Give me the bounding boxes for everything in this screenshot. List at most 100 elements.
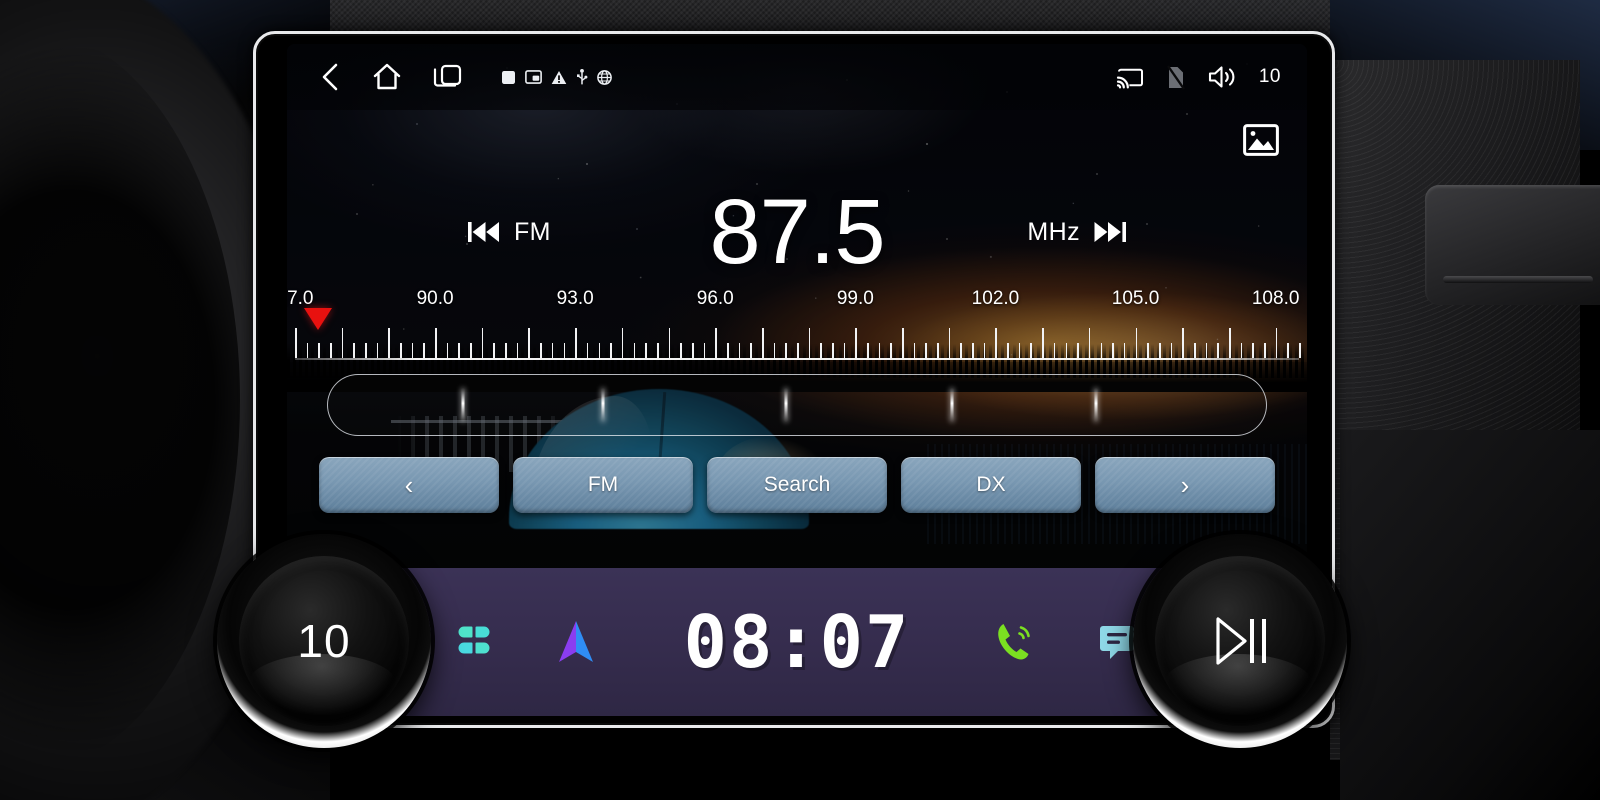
clock-display: 08:07 xyxy=(683,600,911,684)
preset-marker[interactable] xyxy=(784,388,788,422)
picture-in-picture-icon xyxy=(525,70,542,84)
dial-tick xyxy=(1299,343,1301,358)
tuning-cursor[interactable] xyxy=(304,308,333,330)
message-bubble-icon[interactable] xyxy=(1097,621,1137,663)
dial-tick xyxy=(797,343,799,358)
preset-marker[interactable] xyxy=(1094,388,1098,422)
dial-tick xyxy=(330,343,332,358)
dial-tick xyxy=(761,328,764,358)
dial-tick xyxy=(656,343,659,358)
band-button[interactable]: FM xyxy=(513,457,693,513)
air-vent xyxy=(1425,185,1600,305)
next-preset-button[interactable]: › xyxy=(1095,457,1275,513)
dial-tick xyxy=(1100,343,1103,358)
dial-tick xyxy=(960,343,963,358)
dial-tick xyxy=(505,343,507,358)
dial-tick xyxy=(867,343,869,358)
dashboard-lower-right xyxy=(1340,430,1600,800)
dial-tick xyxy=(1275,328,1278,358)
dial-tick xyxy=(1147,343,1149,358)
dial-tick xyxy=(458,343,461,358)
dial-tick xyxy=(1123,343,1126,358)
screen-cast-icon[interactable] xyxy=(1116,65,1144,89)
dial-tick xyxy=(1263,343,1266,358)
dial-tick xyxy=(668,328,671,358)
dial-tick xyxy=(1158,343,1161,358)
dial-tick xyxy=(773,343,776,358)
screenshot-icon xyxy=(501,70,516,85)
phone-call-icon[interactable] xyxy=(993,620,1035,664)
apps-grid-icon[interactable] xyxy=(455,623,493,661)
next-station-group[interactable]: MHz xyxy=(1027,218,1127,247)
dx-button-label: DX xyxy=(976,473,1006,496)
dial-tick xyxy=(318,343,320,358)
dial-tick xyxy=(995,328,998,358)
dial-tick xyxy=(750,343,752,358)
dial-tick xyxy=(610,343,612,358)
play-pause-knob[interactable] xyxy=(1133,534,1347,748)
dial-tick xyxy=(1077,343,1079,358)
skip-next-icon[interactable] xyxy=(1093,219,1127,245)
dial-tick xyxy=(341,328,344,358)
frequency-dial[interactable]: 87.0 90.0 93.0 96.0 99.0 102.0 105.0 108.0 xyxy=(287,288,1301,364)
dial-tick xyxy=(785,343,787,358)
dial-tick xyxy=(633,343,636,358)
status-bar: 10 xyxy=(287,44,1307,110)
dial-tick xyxy=(423,343,425,358)
home-icon[interactable] xyxy=(371,62,403,92)
dial-tick xyxy=(411,343,414,358)
dial-tick xyxy=(820,343,822,358)
dial-tick xyxy=(388,328,390,358)
dial-tick xyxy=(1240,343,1243,358)
dial-tick xyxy=(878,343,881,358)
dial-tick xyxy=(1228,328,1231,358)
back-chevron-icon[interactable] xyxy=(317,62,343,92)
dial-tick xyxy=(983,343,986,358)
search-button[interactable]: Search xyxy=(707,457,887,513)
prev-preset-button[interactable]: ‹ xyxy=(319,457,499,513)
preset-marker[interactable] xyxy=(601,388,605,422)
band-indicator: FM xyxy=(514,217,551,246)
dial-tick xyxy=(1030,343,1033,358)
dial-tick xyxy=(1217,343,1219,358)
next-preset-button-label: › xyxy=(1180,470,1190,500)
dial-tick xyxy=(295,328,297,358)
prev-station-group[interactable]: FM xyxy=(467,218,551,247)
dial-tick xyxy=(855,328,857,358)
volume-speaker-icon[interactable] xyxy=(1207,64,1237,90)
recent-apps-icon[interactable] xyxy=(431,62,465,92)
navigation-arrow-icon[interactable] xyxy=(555,619,597,665)
preset-bar[interactable] xyxy=(327,374,1267,436)
dial-tick xyxy=(703,343,706,358)
dial-label: 105.0 xyxy=(1111,288,1160,309)
volume-knob-value: 10 xyxy=(297,615,351,667)
dial-tick xyxy=(306,343,309,358)
screenshot-root: 10 FM 87.5 MHz 7.0 90.0 93.0 96.0 99.0 1… xyxy=(0,0,1600,800)
dial-label: 93.0 xyxy=(556,288,594,309)
image-gallery-icon[interactable] xyxy=(1243,124,1279,156)
dial-tick xyxy=(563,343,566,358)
skip-previous-icon[interactable] xyxy=(467,219,501,245)
dial-tick xyxy=(1042,328,1044,358)
dial-tick xyxy=(937,343,939,358)
dial-label: 87.0 xyxy=(287,288,314,309)
dial-tick xyxy=(1170,343,1173,358)
volume-knob[interactable]: 10 xyxy=(217,534,431,748)
warning-triangle-icon xyxy=(551,70,567,85)
dial-tick xyxy=(1135,328,1138,358)
preset-marker[interactable] xyxy=(461,388,465,422)
dial-tick xyxy=(1287,343,1289,358)
dial-tick xyxy=(645,343,647,358)
status-tray xyxy=(501,68,612,86)
dial-tick xyxy=(691,343,694,358)
dial-tick xyxy=(1112,343,1114,358)
dial-label: 108.0 xyxy=(1251,288,1300,309)
dial-tick xyxy=(715,328,717,358)
dial-tick xyxy=(1065,343,1068,358)
dial-tick xyxy=(890,343,892,358)
dial-tick xyxy=(598,343,601,358)
preset-marker[interactable] xyxy=(950,388,954,422)
dial-label: 90.0 xyxy=(416,288,454,309)
dial-tick xyxy=(948,328,951,358)
dx-button[interactable]: DX xyxy=(901,457,1081,513)
